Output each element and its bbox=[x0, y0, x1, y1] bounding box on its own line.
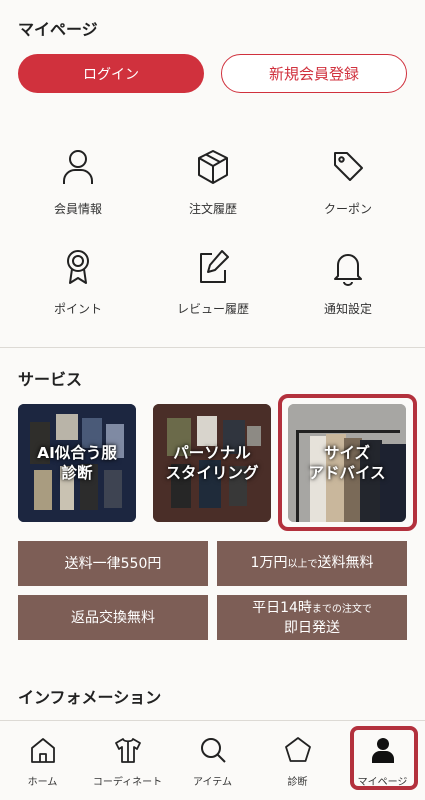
bell-icon bbox=[334, 254, 362, 286]
menu-label: レビュー履歴 bbox=[176, 302, 249, 316]
divider bbox=[0, 347, 425, 348]
feature-text-amount: 1万円 bbox=[250, 554, 288, 571]
service-card-ai-diagnosis[interactable]: AI似合う服 診断 bbox=[18, 404, 136, 522]
service-card-title: パーソナル スタイリング bbox=[165, 444, 259, 482]
shirt-icon bbox=[114, 738, 141, 763]
tab-label: 診断 bbox=[287, 777, 308, 788]
feature-shipping-flat: 送料一律550円 bbox=[18, 541, 208, 586]
login-button[interactable]: ログイン bbox=[18, 54, 204, 93]
feature-text: 1万円以上で送料無料 bbox=[251, 554, 374, 574]
home-icon bbox=[30, 738, 55, 763]
feature-text: 送料一律550円 bbox=[64, 555, 162, 572]
menu-item-point[interactable]: ポイント bbox=[23, 248, 133, 328]
feature-free-returns: 返品交換無料 bbox=[18, 595, 208, 640]
user-icon bbox=[63, 150, 93, 184]
tab-home[interactable]: ホーム bbox=[0, 721, 85, 800]
search-icon bbox=[200, 738, 226, 763]
medal-icon bbox=[67, 250, 89, 284]
tab-label: コーディネート bbox=[92, 777, 163, 788]
service-card-personal-styling[interactable]: パーソナル スタイリング bbox=[153, 404, 271, 522]
box-icon bbox=[198, 150, 228, 184]
feature-same-day-shipping: 平日14時までの注文で 即日発送 bbox=[217, 595, 407, 640]
mypage-title: マイページ bbox=[18, 20, 98, 39]
menu-item-member-info[interactable]: 会員情報 bbox=[23, 148, 133, 228]
tab-label: ホーム bbox=[27, 777, 58, 788]
tag-icon bbox=[334, 152, 363, 181]
edit-icon bbox=[200, 250, 229, 283]
service-card-size-advice[interactable]: サイズ アドバイス bbox=[288, 404, 406, 522]
feature-text-line1: 平日14時までの注文で bbox=[252, 599, 372, 619]
menu-item-coupon[interactable]: クーポン bbox=[293, 148, 403, 228]
menu-label: 通知設定 bbox=[323, 302, 372, 316]
feature-text-time: 平日14時 bbox=[252, 599, 312, 616]
menu-label: 会員情報 bbox=[53, 202, 102, 216]
feature-text-line2: 即日発送 bbox=[284, 619, 340, 636]
service-card-title: サイズ アドバイス bbox=[308, 444, 386, 482]
feature-text: 返品交換無料 bbox=[71, 609, 155, 626]
feature-text-small: までの注文で bbox=[311, 603, 372, 615]
feature-text-small: 以上で bbox=[287, 558, 318, 570]
register-button[interactable]: 新規会員登録 bbox=[221, 54, 407, 93]
tab-diagnosis[interactable]: 診断 bbox=[255, 721, 340, 800]
menu-item-notification-settings[interactable]: 通知設定 bbox=[293, 248, 403, 328]
mypage-tab-highlight bbox=[350, 726, 418, 790]
menu-item-order-history[interactable]: 注文履歴 bbox=[158, 148, 268, 228]
info-title: インフォメーション bbox=[18, 688, 162, 707]
menu-label: クーポン bbox=[323, 202, 372, 216]
menu-label: ポイント bbox=[53, 302, 102, 316]
feature-free-shipping: 1万円以上で送料無料 bbox=[217, 541, 407, 586]
tab-item[interactable]: アイテム bbox=[170, 721, 255, 800]
menu-label: 注文履歴 bbox=[188, 202, 237, 216]
tab-coordinate[interactable]: コーディネート bbox=[85, 721, 170, 800]
service-card-title: AI似合う服 診断 bbox=[37, 444, 117, 482]
menu-item-review-history[interactable]: レビュー履歴 bbox=[158, 248, 268, 328]
pentagon-icon bbox=[284, 737, 311, 762]
feature-text-end: 送料無料 bbox=[317, 554, 374, 571]
services-title: サービス bbox=[18, 370, 83, 389]
tab-label: アイテム bbox=[193, 777, 232, 788]
